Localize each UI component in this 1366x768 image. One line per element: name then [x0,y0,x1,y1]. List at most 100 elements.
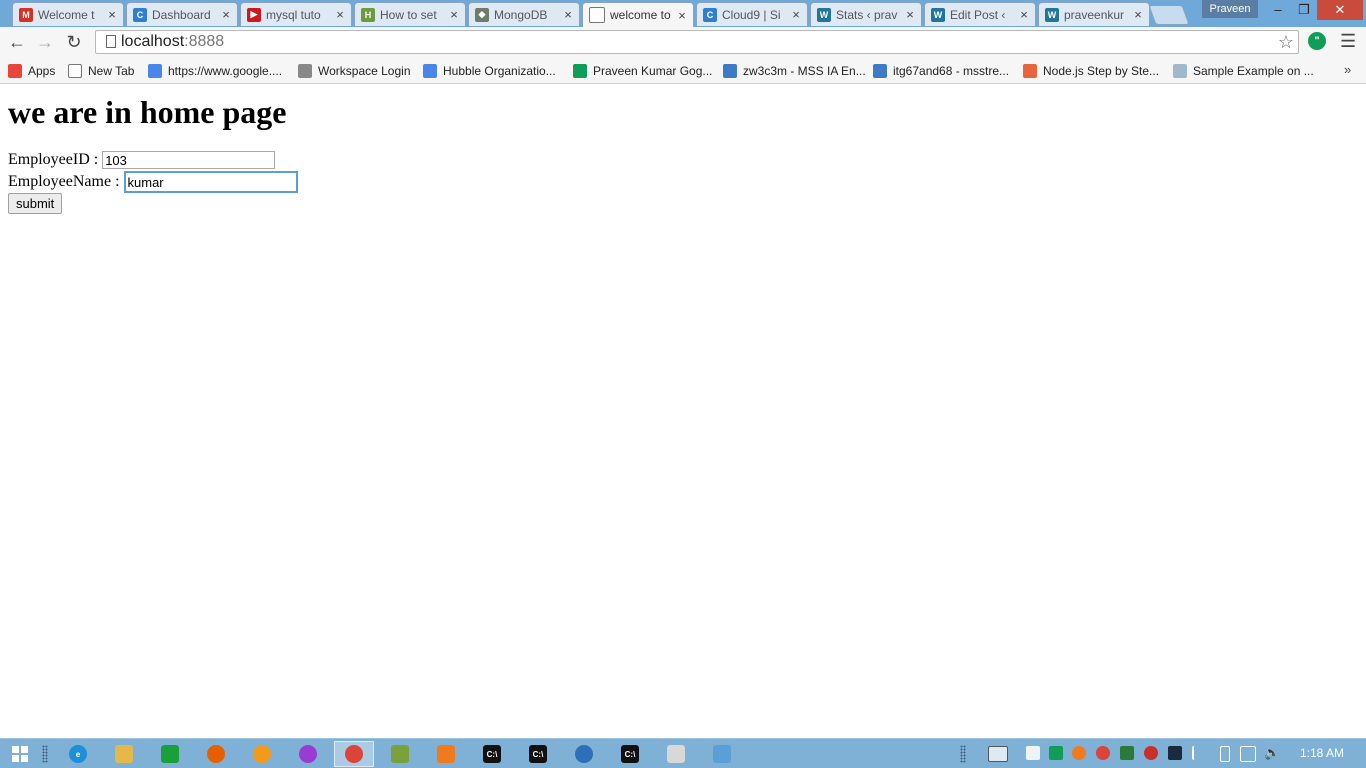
tab-2[interactable]: ▶ mysql tuto × [240,2,352,26]
taskbar-app-button[interactable] [656,741,696,767]
profile-button[interactable]: Praveen [1202,0,1258,18]
taskbar-app-button[interactable] [380,741,420,767]
tab-close-icon[interactable]: × [447,7,461,22]
taskbar-app-button[interactable] [242,741,282,767]
bookmark-item[interactable]: https://www.google.... [148,62,282,80]
tab-close-icon[interactable]: × [219,7,233,22]
tab-5[interactable]: welcome to × [582,2,694,27]
taskbar-clock[interactable]: 1:18 AM [1300,746,1344,760]
file-explorer-icon [115,745,133,763]
tray-grip[interactable] [960,745,966,763]
tab-9[interactable]: Wpraveenkur × [1038,2,1150,26]
chrome-menu-icon[interactable]: ☰ [1340,32,1356,50]
taskbar-app-button[interactable] [564,741,604,767]
tab-close-icon[interactable]: × [1017,7,1031,22]
bookmark-label: https://www.google.... [168,64,283,78]
bookmark-item[interactable]: Workspace Login [298,62,411,80]
employee-id-input[interactable] [102,151,276,169]
taskbar-app-button[interactable]: C:\ [518,741,558,767]
tab-title: Dashboard [152,7,211,22]
tab-title: Stats ‹ prav [836,7,898,22]
tab-title: How to set [380,7,437,22]
cloud-icon [1173,64,1187,78]
tab-close-icon[interactable]: × [789,7,803,22]
bookmark-label: Sample Example on ... [1193,64,1314,78]
bookmark-item[interactable]: Sample Example on ... [1173,62,1314,80]
page-info-icon[interactable] [106,35,116,48]
tab-8[interactable]: W Edit Post ‹ × [924,2,1036,26]
flame-tray-icon[interactable] [1072,746,1086,760]
tab-4[interactable]: ◆ MongoDB × [468,2,580,26]
bookmark-item[interactable]: Apps [8,62,55,80]
battery-icon[interactable] [1220,746,1230,762]
cmd-icon: C:\ [529,745,547,763]
minimize-icon[interactable]: – [1265,0,1291,20]
bookmark-star-icon[interactable]: ☆ [1278,31,1294,53]
red-tray-icon[interactable] [1144,746,1158,760]
taskbar-app-button[interactable] [150,741,190,767]
address-bar[interactable]: localhost:8888 ☆ [95,30,1299,54]
maximize-icon[interactable]: ❐ [1291,0,1317,20]
employee-name-label: EmployeeName : [8,173,120,190]
forward-arrow-icon[interactable]: → [33,31,57,53]
monitor-tray-icon[interactable] [1168,746,1182,760]
taskbar-app-button[interactable] [334,741,374,767]
flag-icon[interactable] [1192,746,1208,760]
hangouts-extension-icon[interactable]: " [1308,32,1326,50]
bookmark-item[interactable]: Praveen Kumar Gog... [573,62,712,80]
bookmark-item[interactable]: Hubble Organizatio... [423,62,556,80]
taskbar-app-button[interactable]: e [58,741,98,767]
bookmark-label: Node.js Step by Ste... [1043,64,1160,78]
employee-name-input[interactable] [123,171,298,193]
tab-close-icon[interactable]: × [105,7,119,22]
bookmark-item[interactable]: New Tab [68,62,134,80]
gmail-icon: M [19,7,33,22]
workspace-icon [298,64,312,78]
keyboard-icon[interactable] [988,746,1008,762]
window-close-icon[interactable]: ✕ [1317,0,1363,20]
submit-button[interactable]: submit [8,193,63,214]
taskbar-app-button[interactable] [196,741,236,767]
tab-0[interactable]: M Welcome t × [12,2,124,26]
blue-circle-app-icon [575,745,593,763]
chrome-icon [345,745,363,763]
taskbar-app-button[interactable] [426,741,466,767]
tab-1[interactable]: C Dashboard × [126,2,238,26]
taskbar-app-button[interactable]: C:\ [610,741,650,767]
trello-icon [723,64,737,78]
tab-7[interactable]: W Stats ‹ prav × [810,2,922,26]
bookmark-item[interactable]: Node.js Step by Ste... [1023,62,1159,80]
tab-6[interactable]: C Cloud9 | Si × [696,2,808,26]
volume-icon[interactable]: 🔈 [1264,746,1280,760]
reload-icon[interactable]: ↻ [62,31,86,53]
back-arrow-icon[interactable]: ← [5,31,29,53]
tab-close-icon[interactable]: × [675,8,689,23]
google-icon [423,64,437,78]
tab-close-icon[interactable]: × [561,7,575,22]
bookmarks-overflow-chevron-icon[interactable]: » [1344,62,1351,77]
bookmark-item[interactable]: zw3c3m - MSS IA En... [723,62,866,80]
chrome-tray-icon[interactable] [1096,746,1110,760]
cloud9-icon: C [703,7,717,22]
taskbar-app-button[interactable]: C:\ [472,741,512,767]
taskbar-app-button[interactable] [288,741,328,767]
url-text: localhost:8888 [121,33,225,50]
app-tray-icon[interactable] [1120,746,1134,760]
wordpress-icon: W [931,7,945,22]
ie-icon: e [69,745,87,763]
taskbar-app-button[interactable] [104,741,144,767]
tab-close-icon[interactable]: × [1131,7,1145,22]
network-icon[interactable] [1240,746,1256,762]
hangouts-tray-icon[interactable] [1049,746,1063,760]
tab-close-icon[interactable]: × [333,7,347,22]
taskbar-app-button[interactable] [702,741,742,767]
bookmarks-bar: Apps New Tab https://www.google.... Workspa… [0,58,1366,84]
windows-start-icon[interactable] [12,746,28,762]
taskbar-grip[interactable] [42,745,48,763]
tab-3[interactable]: H How to set × [354,2,466,26]
tab-close-icon[interactable]: × [903,7,917,22]
new-tab-button[interactable] [1148,5,1190,25]
cursor-tool-icon[interactable] [1026,746,1040,760]
bookmark-label: zw3c3m - MSS IA En... [743,64,866,78]
bookmark-item[interactable]: itg67and68 - msstre... [873,62,1009,80]
